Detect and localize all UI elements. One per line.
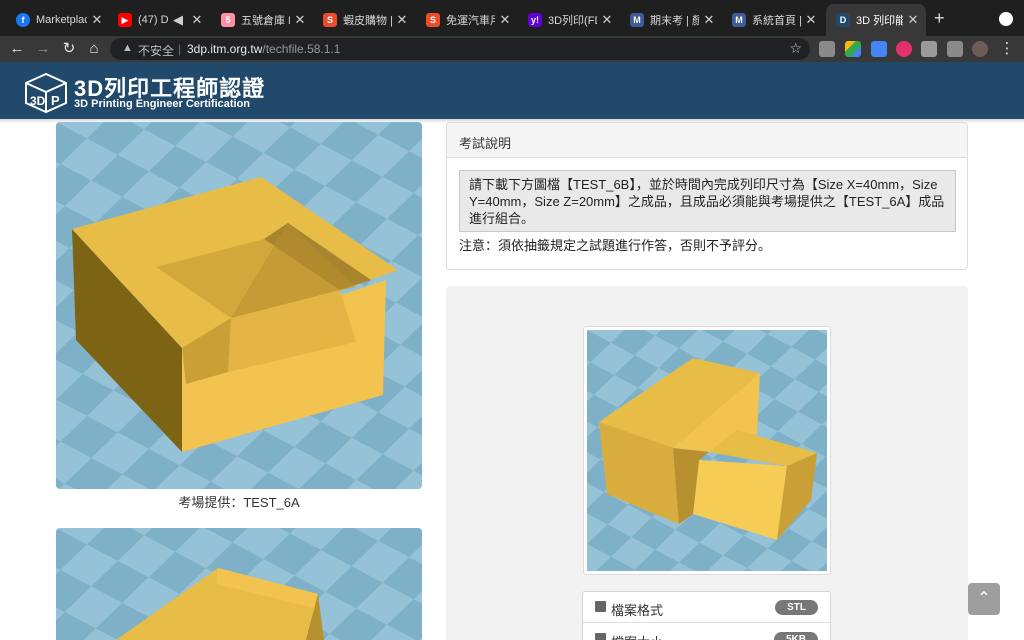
file-format-badge: STL <box>775 600 818 615</box>
shopee-icon: S <box>323 13 337 27</box>
panel-heading: 考試說明 <box>447 123 967 158</box>
back-to-top-button[interactable]: ⌃ <box>968 583 1000 615</box>
tab-store[interactable]: 5 五號倉庫 N ✕ <box>211 6 313 34</box>
tab-title: 系統首頁 | <box>752 15 801 27</box>
tab-title: 免運汽車用 <box>446 15 495 27</box>
tab-3d-printing[interactable]: D 3D 列印能 ✕ <box>826 4 926 36</box>
extensions-puzzle-icon[interactable] <box>921 41 937 57</box>
tab-shopee-car[interactable]: S 免運汽車用 ✕ <box>416 6 518 34</box>
model-thumbnail-test-6b[interactable] <box>583 326 831 575</box>
tab-title: 3D 列印能 <box>856 15 903 27</box>
insecure-label[interactable]: 不安全 <box>138 42 174 59</box>
close-icon[interactable]: ✕ <box>702 12 716 28</box>
moodle-icon: M <box>732 13 746 27</box>
tab-title: Marketplace <box>36 14 87 26</box>
moodle-icon: M <box>630 13 644 27</box>
home-icon[interactable]: ⌂ <box>84 39 104 59</box>
camera-icon[interactable] <box>819 41 835 57</box>
new-tab-icon[interactable]: + <box>934 9 945 27</box>
close-icon[interactable]: ✕ <box>90 12 104 28</box>
site-header: 3D P 3D列印工程師認證 3D Printing Engineer Cert… <box>0 62 1024 119</box>
exam-instructions-panel: 考試說明 請下載下方圖檔【TEST_6B】，並於時間內完成列印尺寸為【Size … <box>446 122 968 270</box>
reload-icon[interactable]: ↻ <box>59 39 79 59</box>
tab-search-icon[interactable] <box>999 12 1013 26</box>
browser-tab-strip: f Marketplace ✕ ▶ (47) De ◀ ✕ 5 五號倉庫 N ✕… <box>0 0 1024 36</box>
model-render-secondary <box>56 528 422 640</box>
tab-shopee[interactable]: S 蝦皮購物 | ✕ <box>313 6 415 34</box>
translate-icon[interactable] <box>871 41 887 57</box>
tab-marketplace[interactable]: f Marketplace ✕ <box>6 6 110 34</box>
separator: | <box>178 42 182 56</box>
media-queue-icon[interactable] <box>947 41 963 57</box>
exam-note-text: 注意：須依抽籤規定之試題進行作答，否則不予評分。 <box>459 238 772 253</box>
close-icon[interactable]: ✕ <box>293 12 307 28</box>
tab-youtube[interactable]: ▶ (47) De ◀ ✕ <box>108 6 210 34</box>
site-icon: D <box>836 13 850 27</box>
tab-moodle-exam[interactable]: M 期末考 | 顏 ✕ <box>620 6 722 34</box>
close-icon[interactable]: ✕ <box>804 12 818 28</box>
address-bar[interactable]: ▲ 不安全 | 3dp.itm.org.tw/techfile.58.1.1 ☆ <box>110 38 810 60</box>
file-info-list: 檔案格式 STL 檔案大小 5KB <box>582 591 831 640</box>
model-render-test-6a <box>56 122 422 489</box>
menu-kebab-icon[interactable]: ⋮ <box>997 39 1017 59</box>
close-icon[interactable]: ✕ <box>600 12 614 28</box>
tab-title: 五號倉庫 N <box>241 15 290 27</box>
list-item-file-format: 檔案格式 STL <box>583 592 830 623</box>
tab-title: 蝦皮購物 | <box>343 15 392 27</box>
save-icon <box>595 633 606 640</box>
store-icon: 5 <box>221 13 235 27</box>
close-icon[interactable]: ✕ <box>190 12 204 28</box>
file-format-label: 檔案格式 <box>611 603 664 618</box>
avatar[interactable] <box>972 41 988 57</box>
youtube-icon: ▶ <box>118 13 132 27</box>
exam-instruction-text: 請下載下方圖檔【TEST_6B】，並於時間內完成列印尺寸為【Size X=40m… <box>459 170 956 232</box>
close-icon[interactable]: ✕ <box>395 12 409 28</box>
mute-icon[interactable]: ◀ <box>171 12 185 28</box>
save-icon <box>595 601 606 612</box>
yahoo-icon: y! <box>528 13 542 27</box>
tab-title: 3D列印(FD <box>548 15 597 27</box>
caption-test-6a: 考場提供：TEST_6A <box>178 495 300 510</box>
close-icon[interactable]: ✕ <box>498 12 512 28</box>
list-item-file-size: 檔案大小 5KB <box>583 624 830 640</box>
forward-arrow-icon[interactable]: → <box>33 39 53 59</box>
back-arrow-icon[interactable]: ← <box>7 39 27 59</box>
svg-text:3D: 3D <box>30 94 46 108</box>
facebook-icon: f <box>16 13 30 27</box>
instagram-icon[interactable] <box>896 41 912 57</box>
file-size-badge: 5KB <box>773 632 818 640</box>
tab-moodle-home[interactable]: M 系統首頁 | ✕ <box>722 6 824 34</box>
url-text[interactable]: 3dp.itm.org.tw/techfile.58.1.1 <box>187 42 340 56</box>
tab-yahoo[interactable]: y! 3D列印(FD ✕ <box>518 6 620 34</box>
warning-icon[interactable]: ▲ <box>122 42 133 54</box>
drive-icon[interactable] <box>845 41 861 57</box>
chevron-up-icon: ⌃ <box>977 590 991 607</box>
bookmark-star-icon[interactable]: ☆ <box>789 40 802 57</box>
tab-title: (47) De <box>138 14 168 26</box>
browser-toolbar: ← → ↻ ⌂ ▲ 不安全 | 3dp.itm.org.tw/techfile.… <box>0 36 1024 62</box>
shopee-icon: S <box>426 13 440 27</box>
svg-text:P: P <box>51 93 60 108</box>
file-size-label: 檔案大小 <box>611 632 663 640</box>
logo-cube-icon[interactable]: 3D P <box>24 72 68 114</box>
close-icon[interactable]: ✕ <box>906 12 920 28</box>
tab-title: 期末考 | 顏 <box>650 15 699 27</box>
site-subtitle: 3D Printing Engineer Certification <box>74 98 251 110</box>
